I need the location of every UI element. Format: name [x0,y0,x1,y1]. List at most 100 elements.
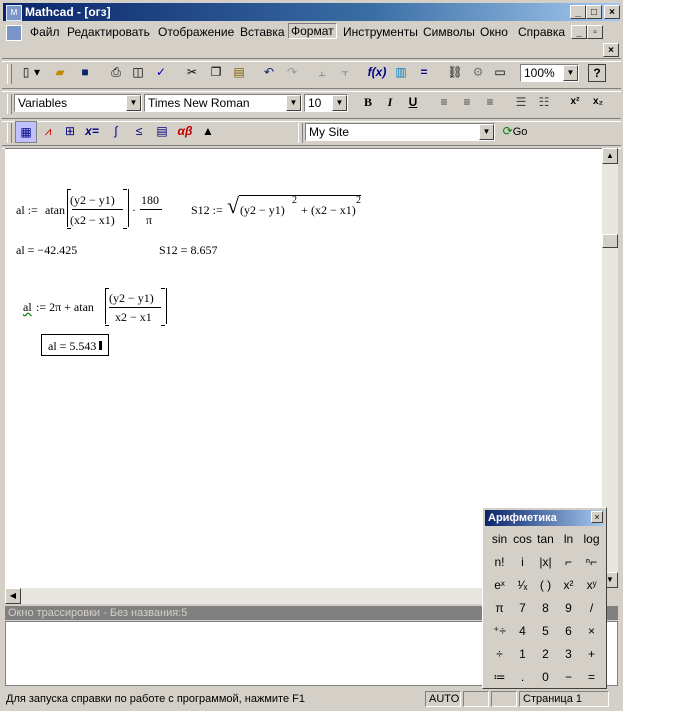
expr-s12-definition-lhs[interactable]: S12 := [191,203,223,218]
palette-key[interactable]: eˣ [488,575,511,596]
doc-close-button[interactable]: × [603,43,619,57]
palette-key[interactable]: ⌐ [557,552,580,573]
document-icon[interactable] [6,25,22,41]
bullet-list-icon[interactable]: ☰ [511,92,531,112]
expr-al2-numerator[interactable]: (y2 − y1) [109,291,154,306]
superscript-icon[interactable]: x² [565,92,585,112]
expr-al2-lhs[interactable]: al [23,300,32,315]
menu-insert[interactable]: Вставка [240,25,285,39]
palette-key[interactable]: 6 [557,621,580,642]
expr-s12-exp-b[interactable]: 2 [356,195,361,206]
menu-file[interactable]: Файл [30,25,60,39]
insert-unit-icon[interactable]: ▥ [391,62,411,82]
result-al[interactable]: al = −42.425 [16,243,77,258]
menu-help[interactable]: Справка [518,25,565,39]
spell-check-icon[interactable]: ✓ [151,62,171,82]
palette-key[interactable]: = [580,667,603,688]
go-button[interactable]: ⟳Go [498,121,532,141]
menu-format[interactable]: Формат [288,23,337,39]
palette-key[interactable]: × [580,621,603,642]
insert-hyperlink-icon[interactable]: ⛓ [445,62,465,82]
palette-key[interactable]: . [511,667,534,688]
menu-edit[interactable]: Редактировать [67,25,150,39]
align-right-icon[interactable]: ≡ [480,92,500,112]
palette-key[interactable]: 2 [534,644,557,665]
copy-icon[interactable]: ❐ [206,62,226,82]
programming-toolbar-icon[interactable]: ▤ [152,121,172,141]
component-wizard-icon[interactable]: ⚙ [468,62,488,82]
palette-key[interactable]: ( ) [534,575,557,596]
evaluation-toolbar-icon[interactable]: x= [82,121,102,141]
scroll-left-icon[interactable]: ◀ [5,588,21,604]
close-button[interactable]: × [604,5,620,19]
doc-minimize-button[interactable]: _ [571,25,587,39]
save-icon[interactable]: ■ [75,62,95,82]
doc-restore-button[interactable]: ▫ [587,25,603,39]
expr-al-numerator[interactable]: (y2 − y1) [70,193,115,208]
graph-toolbar-icon[interactable]: ⩘ [38,121,58,141]
chevron-down-icon[interactable]: ▾ [32,62,42,82]
toolbar-grip[interactable] [298,123,303,143]
print-icon[interactable]: ⎙ [106,62,126,82]
palette-key[interactable]: 8 [534,598,557,619]
palette-key[interactable]: xʸ [580,575,603,596]
palette-key[interactable]: x² [557,575,580,596]
palette-key[interactable]: sin [488,529,511,550]
close-icon[interactable]: × [591,511,603,523]
toolbar-grip[interactable] [7,64,12,84]
greek-toolbar-icon[interactable]: αβ [175,121,195,141]
palette-title[interactable]: Арифметика [485,510,604,526]
calculate-icon[interactable]: = [414,62,434,82]
bold-icon[interactable]: B [358,92,378,112]
minimize-button[interactable]: _ [570,5,586,19]
palette-key[interactable]: 5 [534,621,557,642]
underline-icon[interactable]: U [403,92,423,112]
resource-site-select[interactable]: My Site ▼ [305,123,495,141]
maximize-button[interactable]: □ [586,5,602,19]
toolbar-grip[interactable] [7,123,12,143]
italic-icon[interactable]: I [380,92,400,112]
boolean-toolbar-icon[interactable]: ≤ [129,121,149,141]
palette-key[interactable]: ln [557,529,580,550]
palette-key[interactable]: i [511,552,534,573]
palette-key[interactable]: − [557,667,580,688]
palette-key[interactable]: 1 [511,644,534,665]
run-script-icon[interactable]: ▭ [490,62,510,82]
expr-al-function[interactable]: atan [45,203,65,218]
palette-key[interactable]: 3 [557,644,580,665]
palette-key[interactable]: log [580,529,603,550]
menu-tools[interactable]: Инструменты [343,25,418,39]
arithmetic-palette[interactable]: Арифметика × sin cos tan ln log n! i |x| ⌐ ⁿ⌐ eˣ ¹⁄… [482,507,607,689]
align-center-icon[interactable]: ≡ [457,92,477,112]
expr-s12-term-b[interactable]: (x2 − x1) [311,203,356,218]
print-preview-icon[interactable]: ◫ [128,62,148,82]
palette-key[interactable]: n! [488,552,511,573]
palette-key[interactable]: |x| [534,552,557,573]
palette-key[interactable]: tan [534,529,557,550]
palette-key[interactable]: ⁿ⌐ [580,552,603,573]
scroll-thumb[interactable] [602,234,618,248]
expr-al-denominator[interactable]: (x2 − x1) [70,213,115,228]
expr-al2-denominator[interactable]: x2 − x1 [115,310,152,325]
insert-function-icon[interactable]: f(x) [367,62,387,82]
subscript-icon[interactable]: x₂ [588,92,608,112]
palette-key[interactable]: 0 [534,667,557,688]
symbolic-toolbar-icon[interactable]: ▲ [198,121,218,141]
expr-al2-assign[interactable]: := 2π + atan [36,300,94,315]
palette-key[interactable]: ¹⁄ₓ [511,575,534,596]
cut-icon[interactable]: ✂ [182,62,202,82]
mathcad-icon[interactable]: M [6,5,22,21]
palette-key[interactable]: 7 [511,598,534,619]
chevron-down-icon[interactable]: ▼ [479,124,494,140]
palette-key[interactable]: 9 [557,598,580,619]
result-s12[interactable]: S12 = 8.657 [159,243,217,258]
palette-key[interactable]: 4 [511,621,534,642]
result-al2[interactable]: al = 5.543 [48,339,96,353]
scroll-up-icon[interactable]: ▲ [602,148,618,164]
calculator-toolbar-icon[interactable]: ▦ [15,121,37,143]
chevron-down-icon[interactable]: ▼ [563,65,578,81]
chevron-down-icon[interactable]: ▼ [286,95,301,111]
expr-al-frac-numerator[interactable]: 180 [141,193,159,208]
font-size-select[interactable]: 10 ▼ [304,94,348,112]
paste-icon[interactable]: ▤ [229,62,249,82]
